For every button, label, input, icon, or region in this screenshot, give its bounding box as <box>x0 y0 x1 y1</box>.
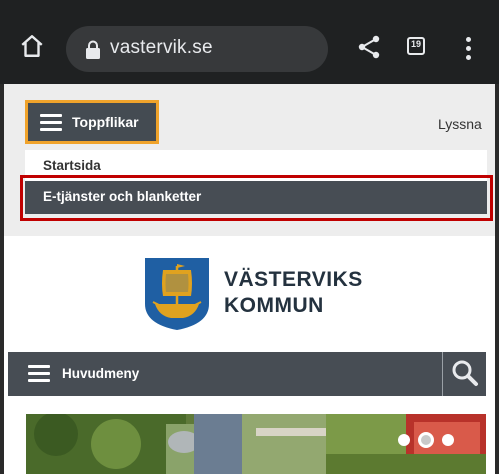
main-menu-bar: Huvudmeny <box>8 352 486 396</box>
share-button[interactable] <box>354 32 384 62</box>
search-button[interactable] <box>442 352 486 396</box>
carousel-dot-active[interactable] <box>418 432 434 448</box>
device-edge-left <box>0 84 4 474</box>
carousel-dot[interactable] <box>398 434 410 446</box>
search-icon <box>452 360 478 386</box>
highlight-box <box>20 175 493 221</box>
browser-toolbar: vastervik.se 19 <box>0 0 499 84</box>
hamburger-icon <box>28 365 50 382</box>
toppflikar-button[interactable]: Toppflikar <box>25 100 159 144</box>
browser-window: vastervik.se 19 Toppflikar Lyssna Starts… <box>0 0 499 474</box>
home-icon <box>21 35 43 57</box>
carousel-dots <box>398 432 462 448</box>
logo-text-line1: VÄSTERVIKS <box>224 268 363 291</box>
hero-image[interactable] <box>26 414 486 474</box>
device-edge-right <box>495 84 499 474</box>
municipality-emblem-icon[interactable] <box>143 256 211 332</box>
home-button[interactable] <box>14 28 50 64</box>
carousel-dot[interactable] <box>442 434 454 446</box>
menu-item-startsida[interactable]: Startsida <box>43 158 101 173</box>
lyssna-link[interactable]: Lyssna <box>438 116 482 132</box>
hamburger-icon <box>40 114 62 131</box>
tab-count: 19 <box>410 39 421 49</box>
url-text: vastervik.se <box>110 37 213 58</box>
tab-switcher-button[interactable]: 19 <box>404 34 432 62</box>
logo-text-line2: KOMMUN <box>224 294 324 317</box>
huvudmeny-label: Huvudmeny <box>62 366 140 381</box>
logo-section: VÄSTERVIKS KOMMUN <box>0 236 499 352</box>
huvudmeny-button[interactable]: Huvudmeny <box>8 352 440 396</box>
lock-icon <box>86 40 100 59</box>
address-bar[interactable]: vastervik.se <box>66 26 328 72</box>
more-options-button[interactable] <box>456 32 480 64</box>
share-icon <box>358 35 380 59</box>
toppflikar-label: Toppflikar <box>72 114 139 130</box>
